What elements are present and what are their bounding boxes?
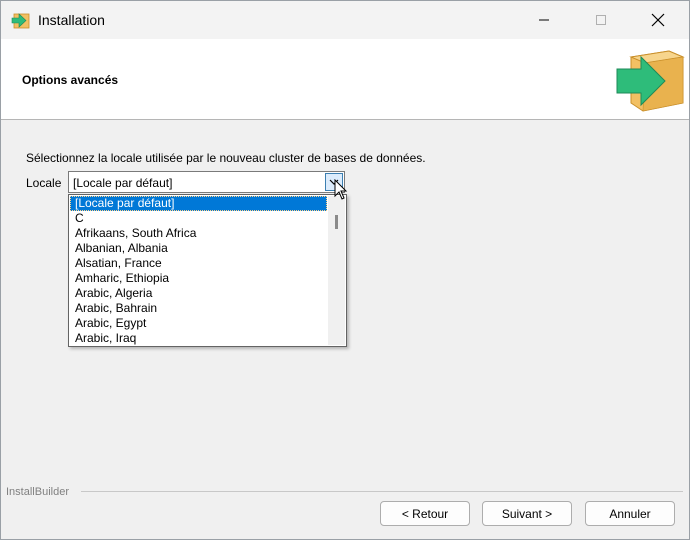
back-button[interactable]: < Retour xyxy=(380,501,470,526)
dropdown-item[interactable]: Arabic, Algeria xyxy=(70,286,327,301)
dropdown-item[interactable]: Amharic, Ethiopia xyxy=(70,271,327,286)
scrollbar-thumb[interactable] xyxy=(335,215,338,229)
installer-box-arrow-icon xyxy=(616,50,685,112)
footer-divider xyxy=(81,491,683,492)
app-icon xyxy=(11,13,30,29)
dropdown-scrollbar[interactable] xyxy=(328,196,345,345)
locale-description: Sélectionnez la locale utilisée par le n… xyxy=(26,151,426,165)
window-title: Installation xyxy=(38,12,105,28)
minimize-button[interactable] xyxy=(521,1,567,39)
dropdown-item[interactable]: Albanian, Albania xyxy=(70,241,327,256)
dropdown-item[interactable]: Afrikaans, South Africa xyxy=(70,226,327,241)
locale-dropdown-list[interactable]: [Locale par défaut] C Afrikaans, South Afr… xyxy=(68,194,347,347)
locale-label: Locale xyxy=(26,176,62,190)
page-title: Options avancés xyxy=(22,73,119,87)
title-bar[interactable]: Installation xyxy=(1,1,689,39)
dropdown-item[interactable]: Arabic, Egypt xyxy=(70,316,327,331)
installer-window: Installation Options avancés Sélectionne… xyxy=(0,0,690,540)
dropdown-items: [Locale par défaut] C Afrikaans, South Afr… xyxy=(70,196,327,346)
dropdown-item[interactable]: Alsatian, France xyxy=(70,256,327,271)
dropdown-item[interactable]: Arabic, Bahrain xyxy=(70,301,327,316)
close-button[interactable] xyxy=(635,1,681,39)
minimize-icon xyxy=(539,19,549,21)
page-header: Options avancés xyxy=(1,39,689,120)
dropdown-item[interactable]: [Locale par défaut] xyxy=(70,196,327,211)
close-icon xyxy=(651,13,665,27)
locale-combobox[interactable]: [Locale par défaut] xyxy=(68,171,345,193)
dropdown-item[interactable]: Arabic, Iraq xyxy=(70,331,327,346)
locale-combobox-value: [Locale par défaut] xyxy=(73,176,173,190)
dropdown-item[interactable]: C xyxy=(70,211,327,226)
cancel-button[interactable]: Annuler xyxy=(585,501,675,526)
installbuilder-brand: InstallBuilder xyxy=(6,486,69,498)
next-button[interactable]: Suivant > xyxy=(482,501,572,526)
maximize-icon xyxy=(596,15,606,25)
mouse-cursor-icon xyxy=(334,179,348,200)
maximize-button[interactable] xyxy=(578,1,624,39)
